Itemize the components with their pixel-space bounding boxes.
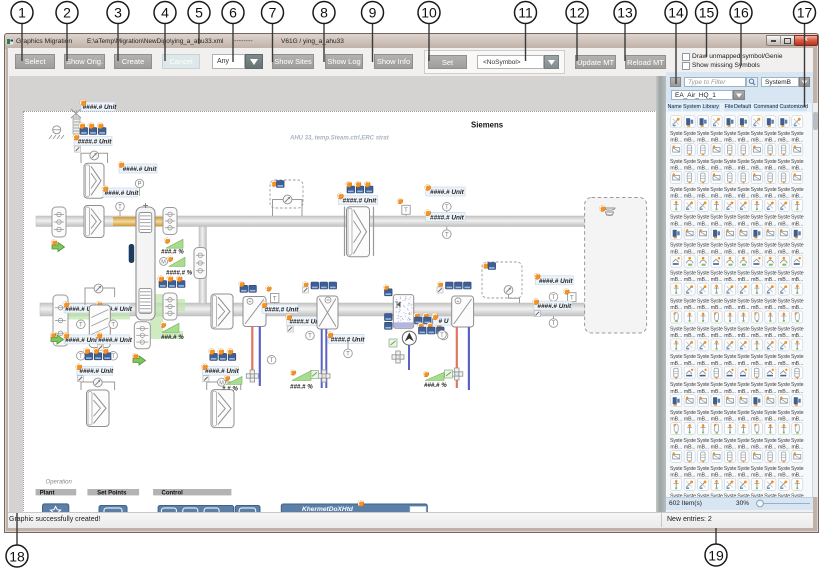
svg-text:8: 8 <box>320 5 328 21</box>
svg-text:12: 12 <box>569 5 585 21</box>
svg-text:10: 10 <box>421 5 437 21</box>
svg-text:6: 6 <box>229 5 237 21</box>
svg-text:19: 19 <box>708 548 724 564</box>
svg-text:2: 2 <box>63 5 71 21</box>
svg-text:11: 11 <box>518 5 533 21</box>
svg-text:1: 1 <box>18 5 26 21</box>
svg-text:16: 16 <box>733 5 749 21</box>
svg-text:5: 5 <box>195 5 203 21</box>
svg-text:9: 9 <box>369 5 377 21</box>
svg-text:14: 14 <box>668 5 684 21</box>
svg-text:7: 7 <box>269 5 277 21</box>
svg-text:3: 3 <box>114 5 122 21</box>
svg-text:4: 4 <box>161 5 169 21</box>
svg-text:18: 18 <box>9 549 25 565</box>
svg-text:15: 15 <box>699 5 715 21</box>
svg-text:13: 13 <box>617 5 633 21</box>
svg-text:17: 17 <box>797 5 813 21</box>
